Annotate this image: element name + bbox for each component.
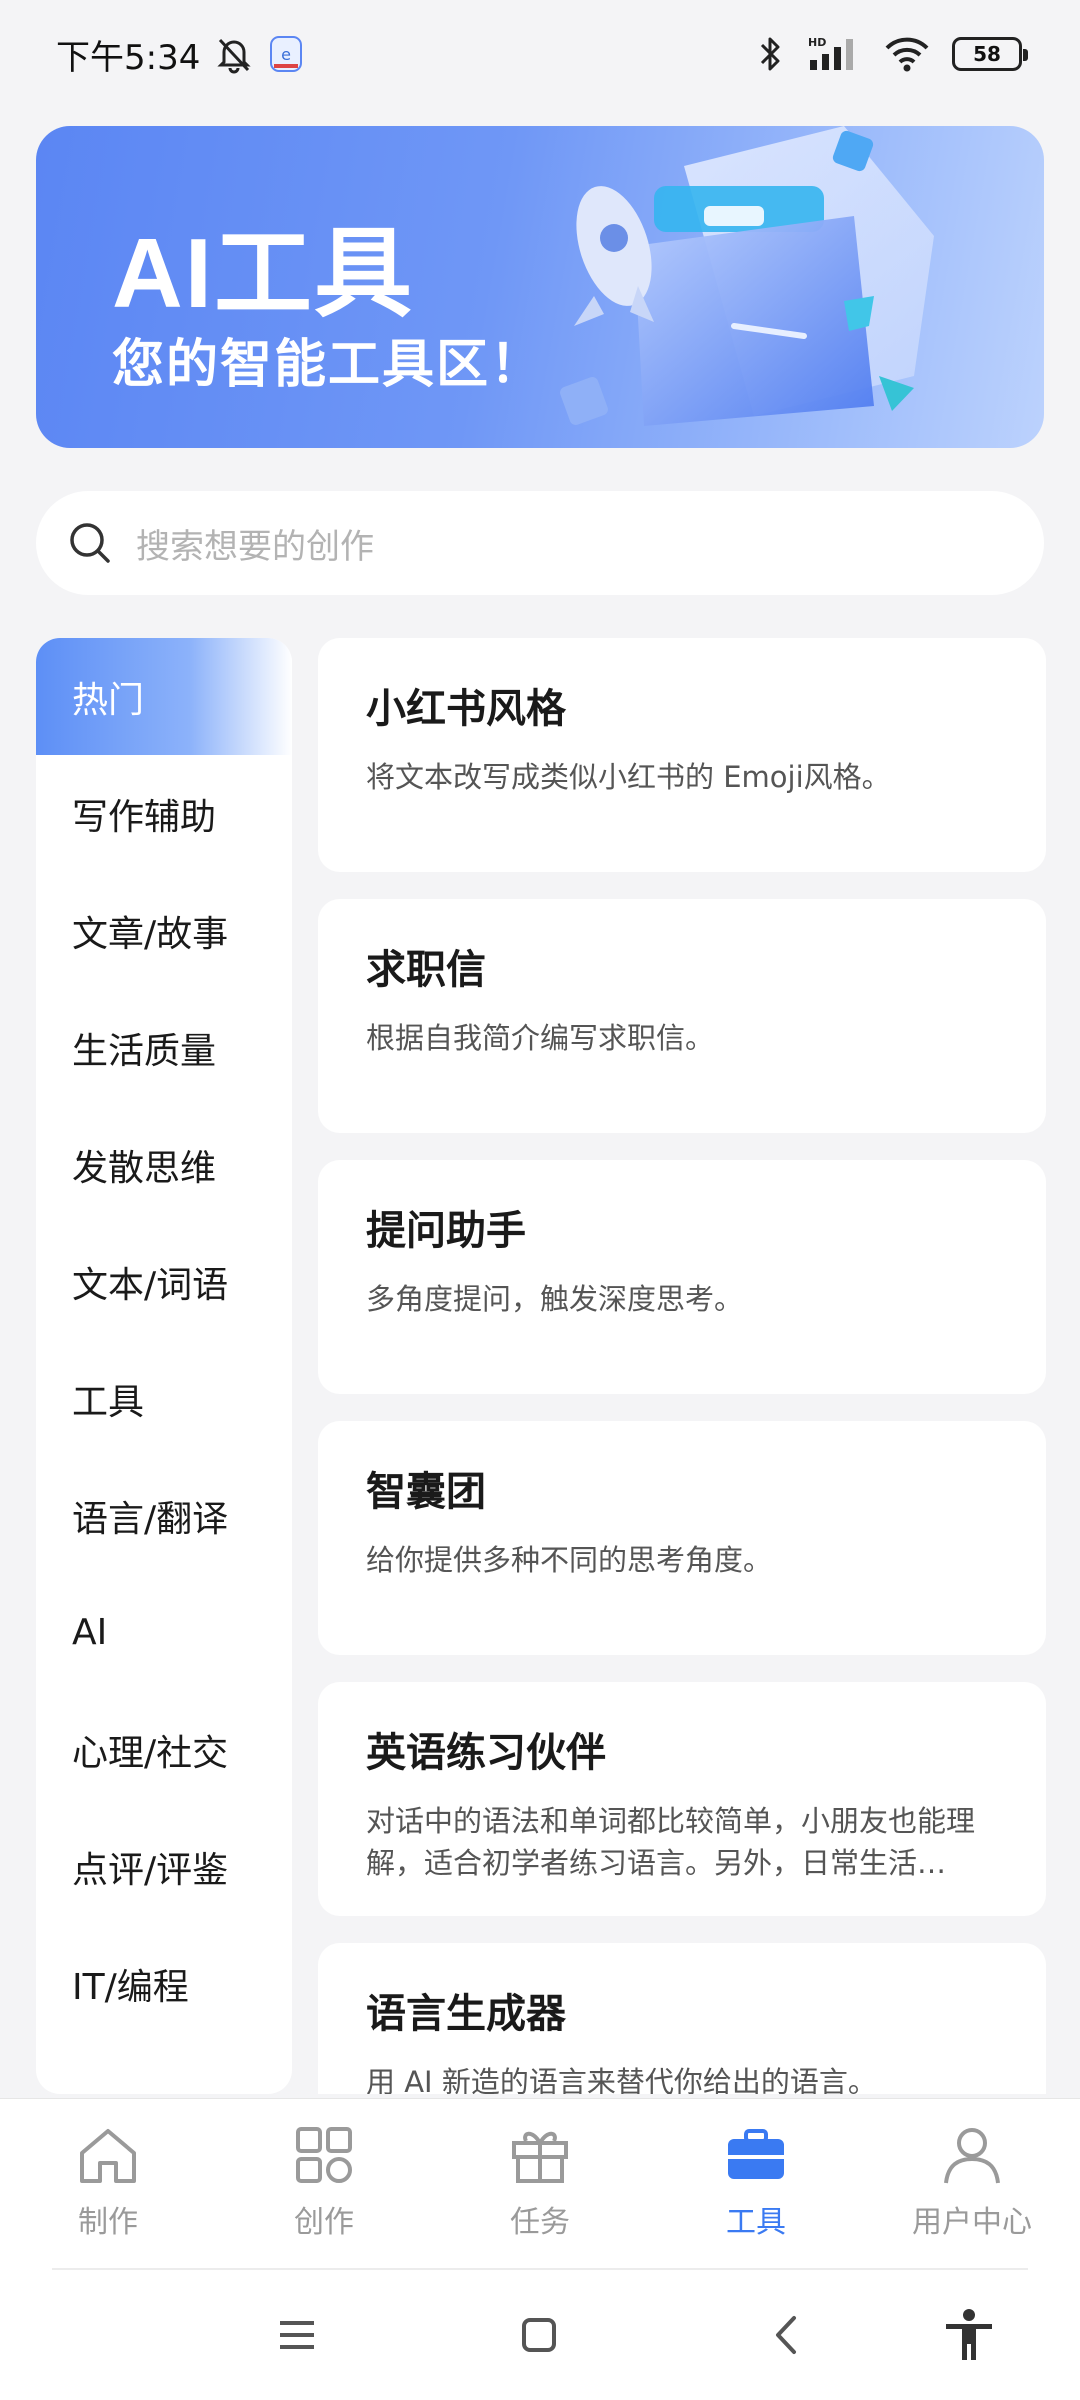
- grid-icon: [296, 2127, 352, 2183]
- svg-text:e: e: [281, 45, 291, 64]
- category-item-life-quality[interactable]: 生活质量: [36, 989, 292, 1106]
- briefcase-icon: [728, 2129, 784, 2179]
- status-left: 下午5:34 e: [56, 30, 304, 79]
- tool-card[interactable]: 语言生成器 用 AI 新造的语言来替代你给出的语言。: [318, 1943, 1046, 2094]
- banner-title: AI工具: [112, 218, 415, 328]
- nav-label: 任务: [510, 2205, 570, 2240]
- menu-icon[interactable]: [272, 2310, 322, 2360]
- tool-card-description: 对话中的语法和单词都比较简单，小朋友也能理解，适合初学者练习语言。另外，日常生活…: [366, 1804, 976, 1880]
- wifi-icon: [884, 34, 930, 74]
- nav-label: 用户中心: [912, 2205, 1032, 2240]
- status-bar: 下午5:34 e HD 58: [0, 0, 1080, 108]
- tool-card[interactable]: 求职信 根据自我简介编写求职信。: [318, 899, 1046, 1133]
- tool-card-description: 将文本改写成类似小红书的 Emoji风格。: [366, 760, 891, 794]
- app-notification-icon: e: [268, 34, 304, 74]
- search-input[interactable]: 搜索想要的创作: [136, 519, 374, 568]
- accessibility-icon[interactable]: [940, 2306, 998, 2364]
- cellular-signal-icon: HD: [806, 34, 862, 74]
- bell-muted-icon: [214, 34, 254, 74]
- tool-card[interactable]: 提问助手 多角度提问，触发深度思考。: [318, 1160, 1046, 1394]
- nav-label: 创作: [294, 2205, 354, 2240]
- battery-level: 58: [973, 42, 1001, 66]
- category-item-writing-assist[interactable]: 写作辅助: [36, 755, 292, 872]
- nav-item-user-center[interactable]: 用户中心: [872, 2119, 1072, 2241]
- category-sidebar: 热门 写作辅助 文章/故事 生活质量 发散思维 文本/词语 工具 语言/翻译 A…: [36, 638, 292, 2094]
- tool-card[interactable]: 英语练习伙伴 对话中的语法和单词都比较简单，小朋友也能理解，适合初学者练习语言。…: [318, 1682, 1046, 1916]
- gift-icon: [512, 2131, 568, 2183]
- nav-item-tasks[interactable]: 任务: [440, 2119, 640, 2241]
- tool-card-title: 小红书风格: [366, 686, 566, 732]
- tool-card-description: 多角度提问，触发深度思考。: [366, 1282, 744, 1316]
- rocket-folder-illustration: [560, 126, 934, 426]
- home-square-icon[interactable]: [514, 2310, 564, 2360]
- nav-label: 工具: [726, 2205, 786, 2240]
- back-icon[interactable]: [762, 2310, 812, 2360]
- search-bar[interactable]: 搜索想要的创作: [36, 491, 1044, 595]
- category-item-review[interactable]: 点评/评鉴: [36, 1808, 292, 1925]
- tool-card-title: 语言生成器: [366, 1991, 566, 2037]
- tool-card-list: 小红书风格 将文本改写成类似小红书的 Emoji风格。 求职信 根据自我简介编写…: [318, 638, 1046, 2094]
- tool-card-title: 智囊团: [366, 1469, 486, 1515]
- tool-card-title: 英语练习伙伴: [366, 1730, 606, 1776]
- category-item-ai[interactable]: AI: [36, 1574, 292, 1691]
- nav-label: 制作: [78, 2205, 138, 2240]
- nav-item-make[interactable]: 制作: [8, 2119, 208, 2241]
- system-nav-bar: [0, 2270, 1080, 2400]
- tool-card-description: 给你提供多种不同的思考角度。: [366, 1543, 773, 1577]
- category-item-text-words[interactable]: 文本/词语: [36, 1223, 292, 1340]
- ai-tools-banner[interactable]: AI工具 您的智能工具区！: [36, 126, 1044, 448]
- banner-subtitle: 您的智能工具区！: [112, 335, 545, 395]
- home-icon: [80, 2129, 136, 2183]
- category-item-it-programming[interactable]: IT/编程: [36, 1925, 292, 2042]
- category-item-psychology-social[interactable]: 心理/社交: [36, 1691, 292, 1808]
- category-item-hot[interactable]: 热门: [36, 638, 292, 755]
- search-icon: [70, 523, 110, 563]
- category-item-divergent-thinking[interactable]: 发散思维: [36, 1106, 292, 1223]
- user-icon: [944, 2128, 1000, 2184]
- category-item-language-translation[interactable]: 语言/翻译: [36, 1457, 292, 1574]
- bluetooth-icon: [756, 34, 784, 74]
- bottom-nav: 制作 创作 任务 工具 用户中心: [0, 2098, 1080, 2270]
- category-item-tools[interactable]: 工具: [36, 1340, 292, 1457]
- network-label: HD: [808, 36, 826, 49]
- tool-card-description: 用 AI 新造的语言来替代你给出的语言。: [366, 2065, 877, 2094]
- status-right: HD 58: [756, 34, 1028, 74]
- tool-card[interactable]: 智囊团 给你提供多种不同的思考角度。: [318, 1421, 1046, 1655]
- tool-card[interactable]: 小红书风格 将文本改写成类似小红书的 Emoji风格。: [318, 638, 1046, 872]
- status-time: 下午5:34: [56, 37, 201, 78]
- category-item-article-story[interactable]: 文章/故事: [36, 872, 292, 989]
- tool-card-description: 根据自我简介编写求职信。: [366, 1021, 715, 1055]
- nav-item-tools[interactable]: 工具: [656, 2119, 856, 2241]
- nav-item-create[interactable]: 创作: [224, 2119, 424, 2241]
- battery-indicator: 58: [952, 37, 1028, 71]
- tool-card-title: 求职信: [366, 947, 486, 993]
- tool-card-title: 提问助手: [366, 1208, 526, 1254]
